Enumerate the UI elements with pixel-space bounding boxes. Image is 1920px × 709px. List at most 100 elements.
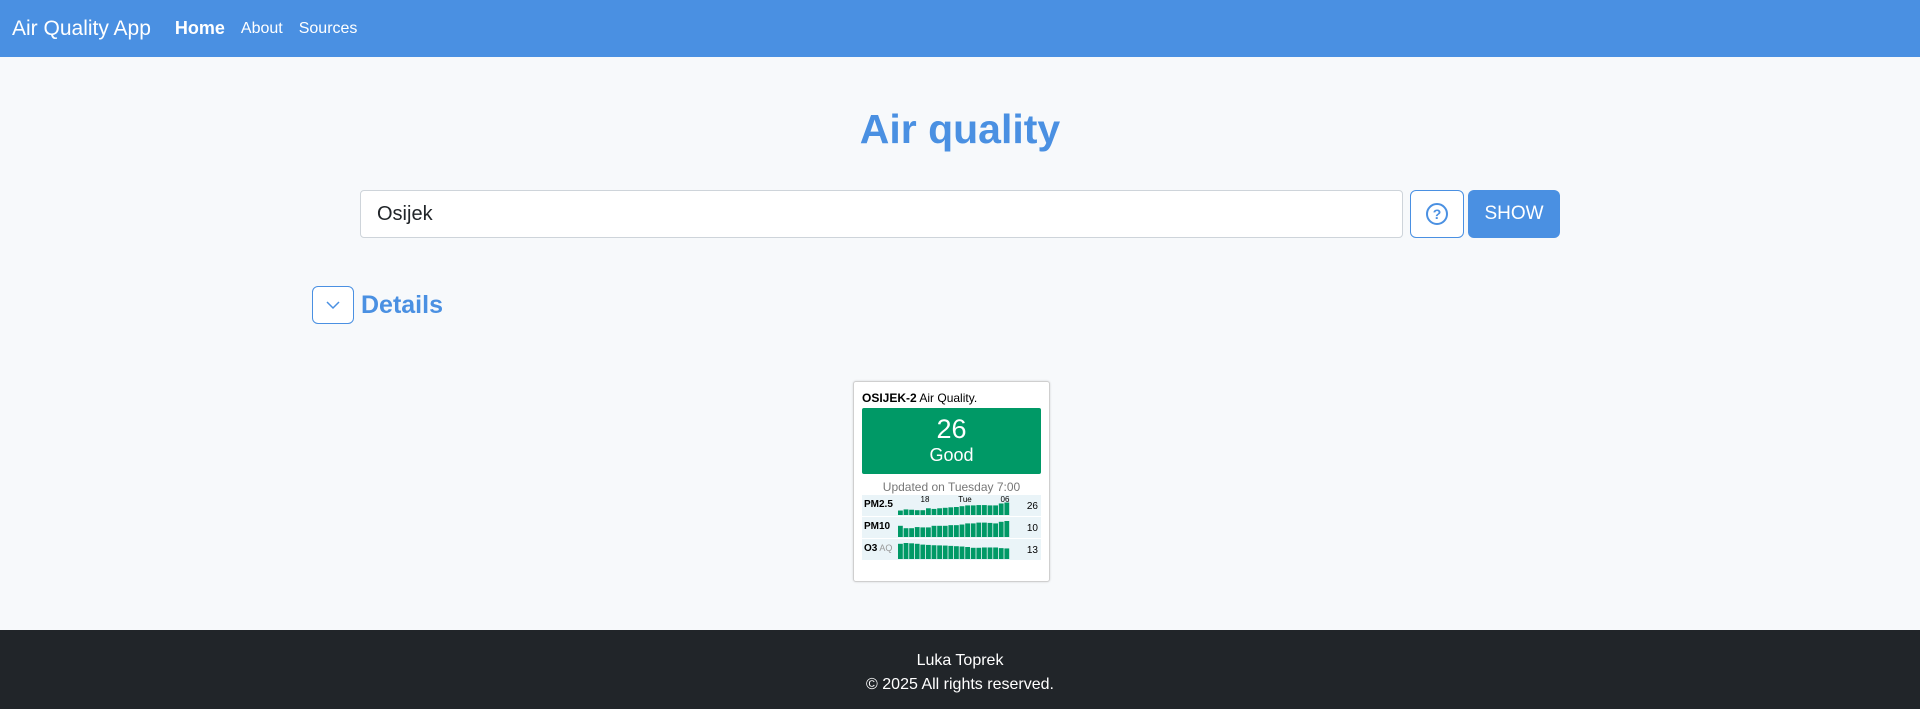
footer-author: Luka Toprek [916,652,1004,669]
sparkline-bar [920,510,926,515]
pollutant-name: PM2.5 [864,499,893,510]
sparkline-bar [1004,521,1010,537]
details-title: Details [361,290,443,319]
widget-header-suffix: Air Quality. [916,391,978,405]
chevron-down-icon [326,301,340,310]
sparkline-bar [954,546,959,559]
sparkline-bar [903,543,909,559]
sparkline-bar [926,508,931,515]
brand-link[interactable]: Air Quality App [12,17,151,41]
pollutant-value: 10 [1026,523,1038,534]
sparkline-bar [993,547,998,559]
sparkline-bar [970,547,976,559]
sparkline-bar [920,527,926,537]
sparkline-bar [976,522,982,537]
sparkline-bar [976,505,982,515]
pollutant-row-o3: O3 AQ 13 [862,539,1041,560]
aqi-widget[interactable]: OSIJEK-2 Air Quality. 26 Good Updated on… [853,381,1050,582]
footer-copyright: © 2025 All rights reserved. [866,676,1054,693]
sparkline-bar [987,505,993,515]
show-button[interactable]: SHOW [1468,190,1560,238]
pollutant-name: O3 AQ [864,543,893,554]
sparkline-bar [898,525,903,537]
aqi-value: 26 [936,414,967,444]
sparkline-bar [948,507,954,515]
sparkline-bar [942,545,948,559]
sparkline-bar [914,510,920,515]
sparkline-bar [937,508,942,515]
sparkline-bar [931,545,937,559]
pollutant-value: 13 [1026,545,1038,556]
sparkline-bar [982,547,987,559]
updated-timestamp: Updated on Tuesday 7:00 [882,480,1021,494]
pollutant-sparkline-pm10 [898,521,1010,537]
sparkline-tick-label: Tue [958,495,972,504]
sparkline-bar [898,543,903,559]
sparkline-bar [1004,502,1010,515]
sparkline-bar [987,547,993,559]
question-circle-icon: ? [1426,203,1448,225]
sparkline-bar [948,545,954,559]
nav-link-home[interactable]: Home [175,18,225,39]
widget-header: OSIJEK-2 Air Quality. [862,391,1041,406]
sparkline-bar [937,525,942,537]
sparkline-bar [909,528,914,537]
aqi-box: 26 Good [862,408,1041,474]
nav-link-sources[interactable]: Sources [299,20,358,38]
sparkline-bar [970,523,976,537]
city-search-input[interactable] [360,190,1403,238]
sparkline-bar [937,545,942,559]
sparkline-tick-label: 06 [1001,495,1010,504]
details-toggle-button[interactable] [312,286,354,324]
station-name: OSIJEK-2 [862,391,917,405]
sparkline-bar [914,543,920,559]
sparkline-bar [976,547,982,559]
pollutant-row-pm10: PM10 10 [862,517,1041,538]
sparkline-bar [903,528,909,537]
sparkline-bar [914,527,920,537]
sparkline-bar [909,543,914,559]
nav-link-about[interactable]: About [241,20,283,38]
sparkline-bar [942,507,948,515]
details-section: Details [312,286,443,324]
sparkline-bar [954,525,959,537]
sparkline-bar [998,548,1004,559]
pollutant-row-pm25: PM2.5 18 Tue 06 26 [862,495,1041,516]
sparkline-bar [965,523,970,537]
sparkline-bar [1004,548,1010,559]
footer: Luka Toprek © 2025 All rights reserved. [0,630,1920,709]
sparkline-bar [987,522,993,537]
sparkline-bar [993,523,998,537]
pollutant-sparkline-pm25: 18 Tue 06 [898,495,1010,515]
sparkline-bar [998,503,1004,515]
sparkline-bar [948,525,954,537]
navbar: Air Quality App Home About Sources [0,0,1920,57]
pollutant-value: 26 [1026,501,1038,512]
sparkline-bar [954,507,959,515]
sparkline-bar [970,505,976,515]
page-title: Air quality [859,106,1061,152]
sparkline-bar [931,508,937,515]
sparkline-bar [982,522,987,537]
sparkline-bar [903,509,909,515]
pollutant-sparkline-o3 [898,543,1010,559]
sparkline-bar [909,509,914,515]
sparkline-bar [931,525,937,537]
sparkline-bar [942,525,948,537]
sparkline-bar [998,521,1004,537]
help-button[interactable]: ? [1410,190,1464,238]
sparkline-bar [965,547,970,559]
sparkline-bar [959,506,965,515]
sparkline-bar [965,505,970,515]
sparkline-bar [926,544,931,559]
sparkline-bar [982,505,987,515]
search-row: ? SHOW [360,190,1560,238]
sparkline-tick-label: 18 [921,495,930,504]
sparkline-bar [959,546,965,559]
sparkline-bar [959,524,965,537]
pollutant-name: PM10 [864,521,891,532]
sparkline-bar [993,505,998,515]
aqi-level: Good [929,445,974,465]
sparkline-bar [920,544,926,559]
sparkline-bar [898,510,903,515]
